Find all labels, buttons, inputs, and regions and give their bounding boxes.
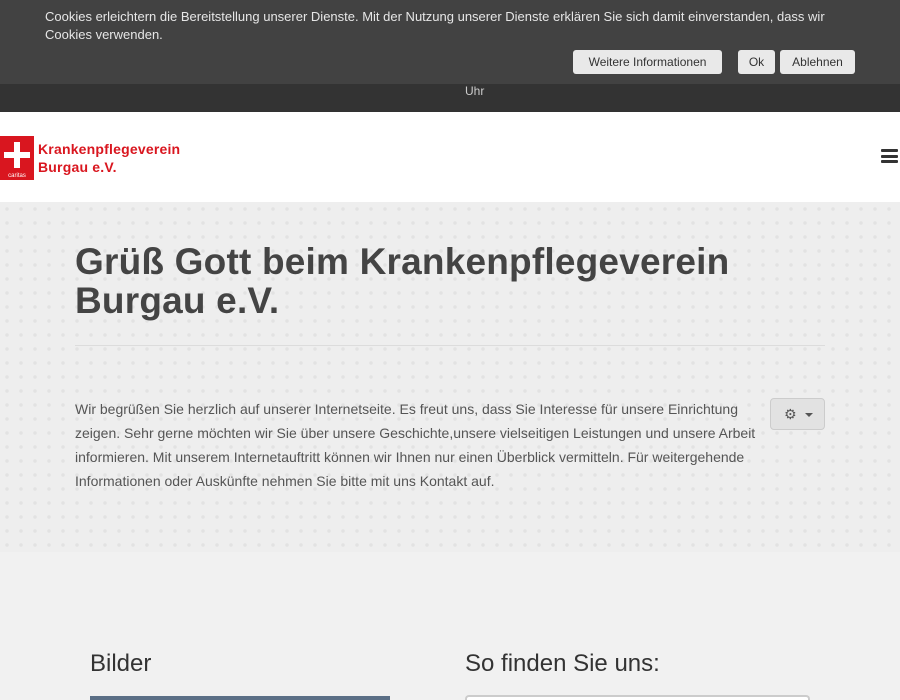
logo-subtext: caritas: [8, 172, 26, 179]
site-logo[interactable]: caritas Krankenpflegeverein Burgau e.V.: [0, 135, 200, 180]
opening-hours-text: Uhr: [465, 84, 485, 98]
caritas-cross-icon: caritas: [0, 135, 34, 180]
page-title: Grüß Gott beim Krankenpflegeverein Burga…: [75, 241, 730, 321]
hero-section: Grüß Gott beim Krankenpflegeverein Burga…: [0, 202, 900, 552]
cookie-banner: Cookies erleichtern die Bereitstellung u…: [0, 0, 900, 84]
more-info-button[interactable]: Weitere Informationen: [573, 50, 722, 74]
article-tools-button[interactable]: ⚙: [770, 398, 825, 430]
logo-line-2: Burgau e.V.: [38, 158, 117, 175]
logo-text: Krankenpflegeverein Burgau e.V.: [38, 140, 180, 176]
gallery-image[interactable]: [90, 696, 390, 700]
hamburger-menu-icon[interactable]: [881, 149, 898, 163]
cookie-notice-text: Cookies erleichtern die Bereitstellung u…: [45, 9, 825, 42]
gear-icon: ⚙: [784, 406, 797, 422]
decline-button[interactable]: Ablehnen: [780, 50, 855, 74]
welcome-text: Wir begrüßen Sie herzlich auf unserer In…: [75, 401, 756, 489]
map-frame[interactable]: [465, 695, 810, 700]
logo-line-1: Krankenpflegeverein: [38, 140, 181, 157]
images-section-title: Bilder: [90, 650, 152, 677]
caret-down-icon: [805, 413, 813, 417]
site-header: caritas Krankenpflegeverein Burgau e.V.: [0, 112, 900, 202]
divider: [75, 345, 825, 346]
map-section-title: So finden Sie uns:: [465, 650, 660, 677]
ok-button[interactable]: Ok: [738, 50, 775, 74]
